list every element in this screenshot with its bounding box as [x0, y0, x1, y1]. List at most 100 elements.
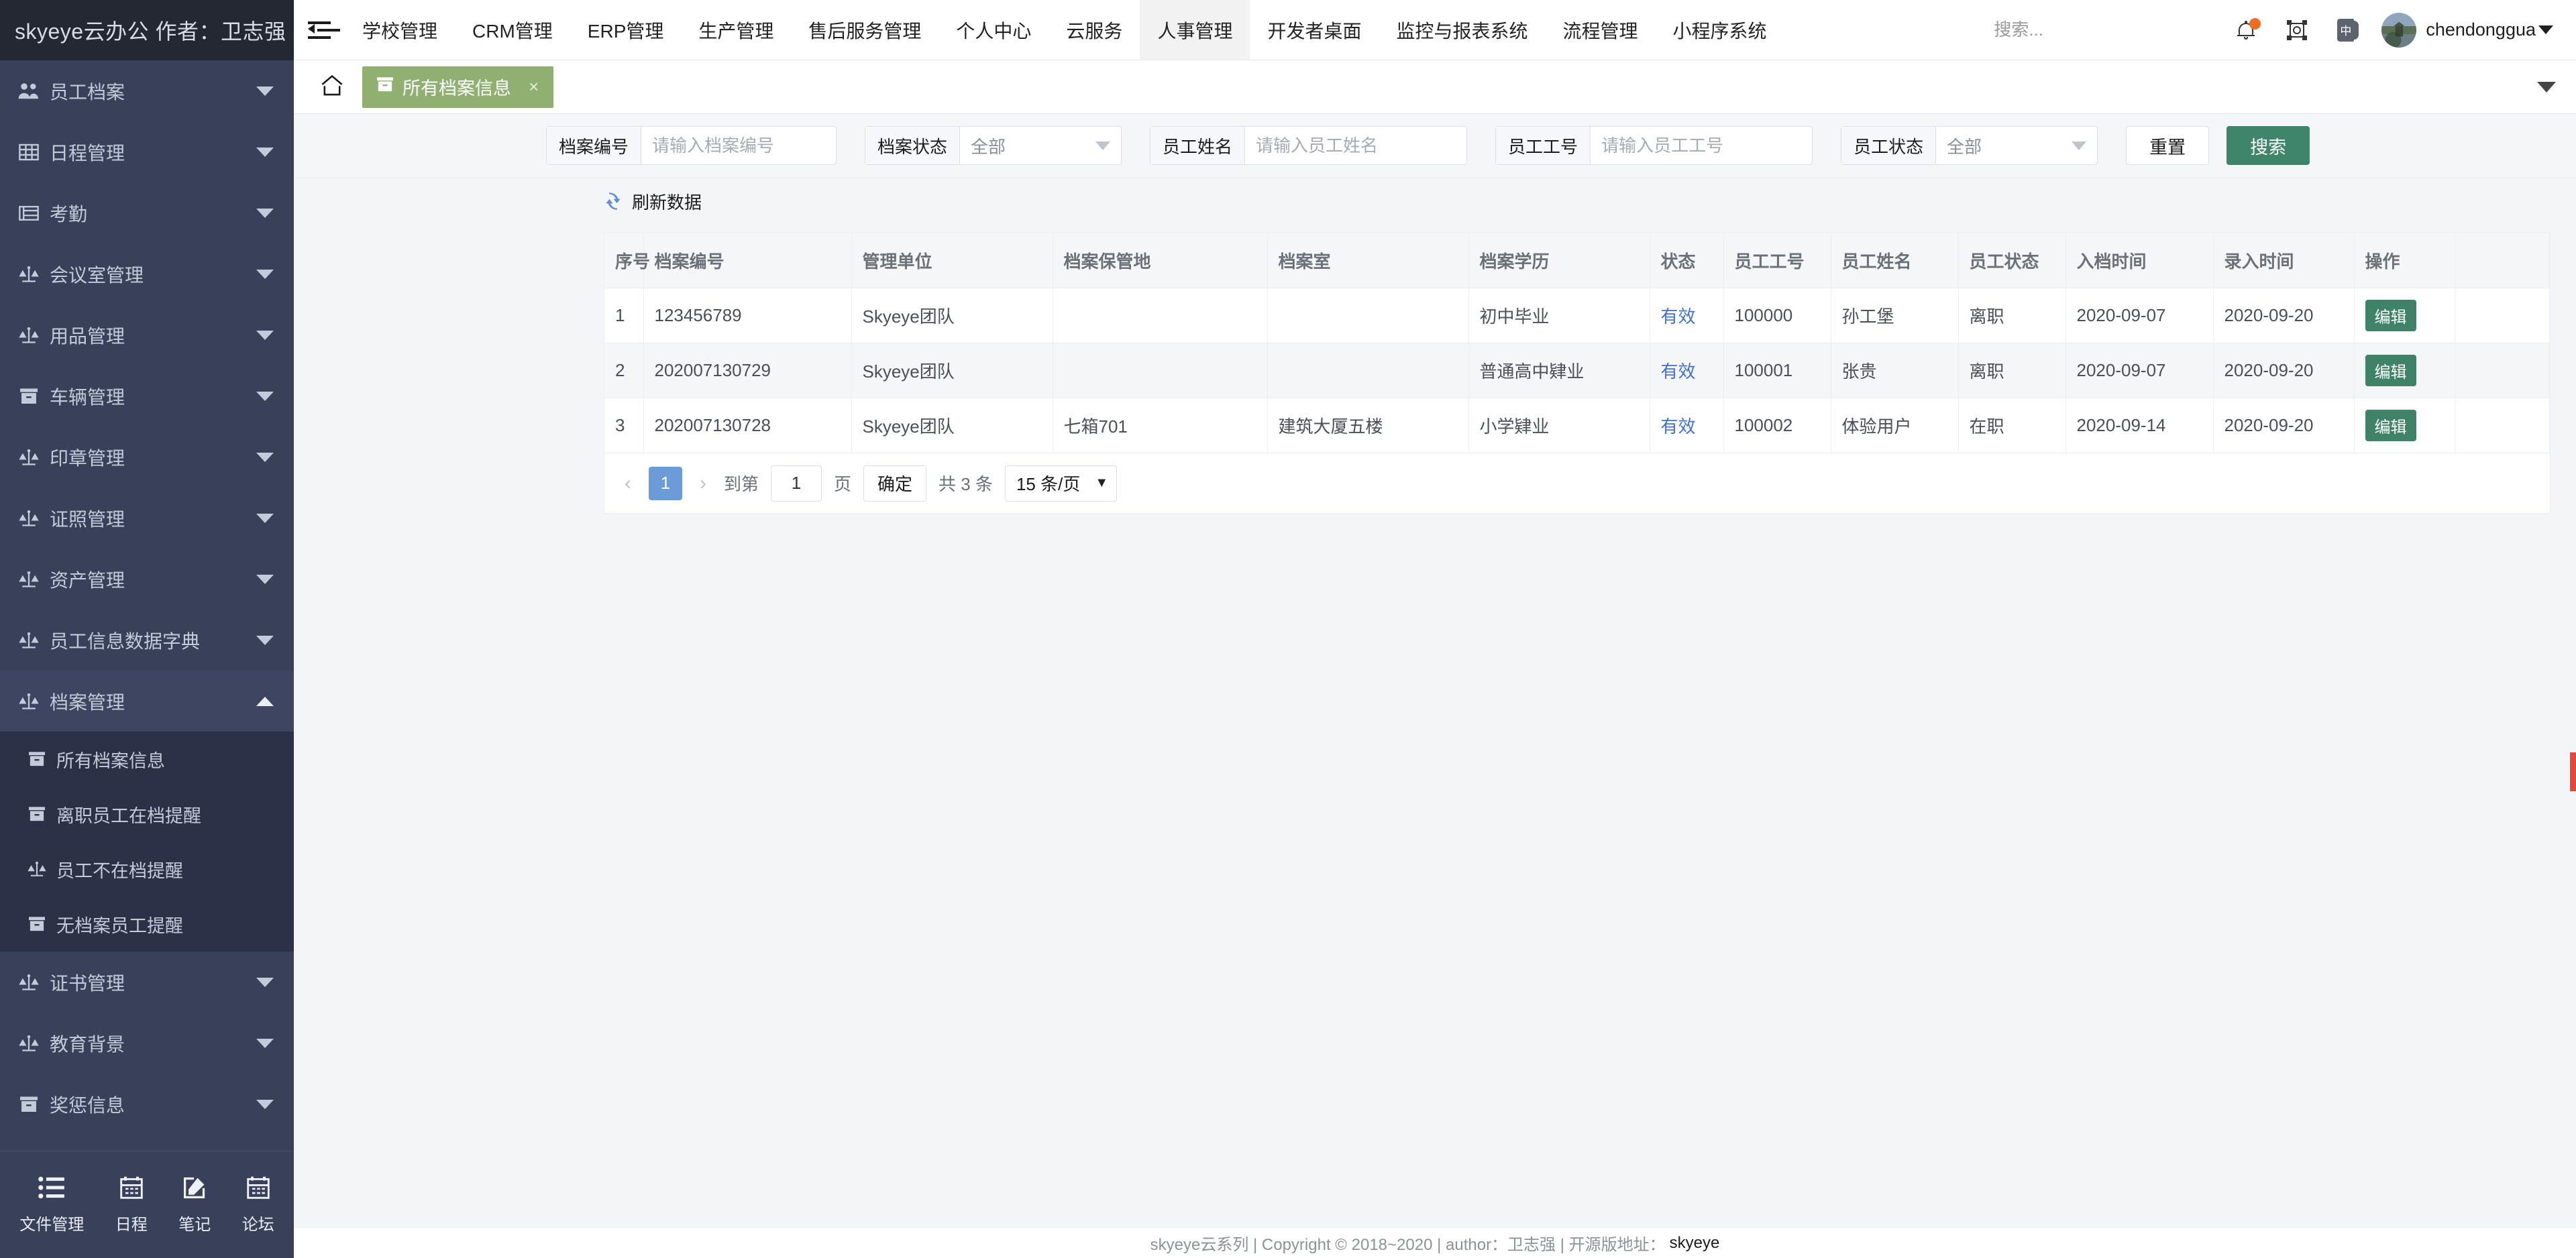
nav-item-production[interactable]: 生产管理	[681, 0, 791, 60]
cell-employee-status: 在职	[1958, 398, 2066, 453]
chevron-down-icon	[256, 86, 274, 96]
chevron-down-icon[interactable]	[2538, 25, 2553, 34]
nav-item-aftersales[interactable]: 售后服务管理	[791, 0, 938, 60]
sidebar-item-license[interactable]: 证照管理	[0, 488, 294, 549]
cell-employee-status: 离职	[1958, 288, 2066, 343]
sidebar-item-seal[interactable]: 印章管理	[0, 426, 294, 488]
refresh-data-label: 刷新数据	[632, 192, 702, 213]
sidebar-item-schedule[interactable]: 日程管理	[0, 121, 294, 182]
col-employee-name: 员工姓名	[1831, 233, 1959, 288]
refresh-data-button[interactable]: 刷新数据	[294, 178, 2576, 225]
col-spacer	[2455, 233, 2550, 288]
confirm-page-button[interactable]: 确定	[863, 465, 927, 502]
archive-status-select[interactable]: 全部	[960, 127, 1121, 164]
edit-button[interactable]: 编辑	[2365, 410, 2416, 441]
filter-label: 员工状态	[1841, 127, 1937, 164]
edit-button[interactable]: 编辑	[2365, 300, 2416, 331]
sidebar-item-label: 日程管理	[50, 142, 125, 164]
archive-code-input[interactable]	[641, 127, 837, 164]
sidebar-subitem-all-archives[interactable]: 所有档案信息	[0, 732, 294, 787]
sidebar-item-education-background[interactable]: 教育背景	[0, 1013, 294, 1074]
sidebar-item-label: 教育背景	[50, 1033, 125, 1055]
col-entry-date: 录入时间	[2213, 233, 2355, 288]
table-row[interactable]: 1 123456789 Skyeye团队 初中毕业 有效 100000 孙工堡 …	[604, 288, 2550, 343]
avatar[interactable]	[2381, 12, 2417, 48]
sidebar-submenu-archive: 所有档案信息 离职员工在档提醒 员工不在档提醒 无档案员工提醒	[0, 732, 294, 952]
shortcut-notes[interactable]: 笔记	[178, 1176, 211, 1235]
sidebar-item-label: 证照管理	[50, 508, 125, 530]
scrollbar-marker[interactable]	[2570, 752, 2576, 791]
username-label[interactable]: chendonggua	[2426, 19, 2536, 40]
sidebar-item-archive-management[interactable]: 档案管理	[0, 671, 294, 732]
nav-item-process[interactable]: 流程管理	[1545, 0, 1655, 60]
header-right-tools: 中 chendonggua	[1992, 0, 2576, 60]
sidebar-item-assets[interactable]: 资产管理	[0, 549, 294, 610]
next-page-button[interactable]: ›	[694, 472, 712, 495]
nav-item-cloud-service[interactable]: 云服务	[1049, 0, 1140, 60]
nav-item-miniprogram[interactable]: 小程序系统	[1656, 0, 1784, 60]
shortcut-forum[interactable]: 论坛	[242, 1176, 274, 1235]
goto-page-input[interactable]	[771, 465, 822, 502]
language-switch-button[interactable]: 中	[2322, 0, 2373, 60]
chevron-down-icon	[256, 1038, 274, 1048]
search-input[interactable]	[1992, 19, 2221, 41]
reset-button[interactable]: 重置	[2126, 126, 2210, 165]
sidebar-item-label: 员工信息数据字典	[50, 630, 201, 652]
employee-status-select[interactable]: 全部	[1936, 127, 2097, 164]
fullscreen-button[interactable]	[2271, 0, 2322, 60]
filter-label: 档案状态	[865, 127, 961, 164]
close-icon[interactable]: ×	[529, 76, 539, 97]
sidebar-item-reward-punishment[interactable]: 奖惩信息	[0, 1074, 294, 1135]
tab-all-archive-info[interactable]: 所有档案信息 ×	[362, 66, 554, 108]
notifications-button[interactable]	[2220, 0, 2271, 60]
sidebar-collapse-button[interactable]	[294, 0, 345, 60]
sidebar-item-certificate[interactable]: 证书管理	[0, 952, 294, 1013]
home-tab-button[interactable]	[309, 74, 356, 99]
cell-keeping-place	[1053, 288, 1268, 343]
nav-item-erp[interactable]: ERP管理	[570, 0, 682, 60]
col-archive-room: 档案室	[1267, 233, 1469, 288]
sidebar-item-supplies[interactable]: 用品管理	[0, 304, 294, 365]
nav-item-personal-center[interactable]: 个人中心	[938, 0, 1049, 60]
footer-link[interactable]: skyeye	[1670, 1234, 1720, 1253]
shortcut-schedule[interactable]: 日程	[115, 1176, 148, 1235]
tabbar-dropdown-icon[interactable]	[2537, 81, 2556, 93]
home-icon	[320, 74, 344, 99]
page-number-1[interactable]: 1	[649, 466, 682, 500]
table-row[interactable]: 3 202007130728 Skyeye团队 七箱701 建筑大厦五楼 小学肄…	[604, 398, 2550, 453]
sidebar-item-label: 考勤	[50, 203, 88, 225]
refresh-icon	[604, 192, 623, 210]
nav-item-crm[interactable]: CRM管理	[455, 0, 570, 60]
shortcut-label: 日程	[115, 1215, 148, 1234]
search-button[interactable]: 搜索	[2226, 126, 2310, 165]
shortcut-file-management[interactable]: 文件管理	[19, 1176, 84, 1235]
col-employee-no: 员工工号	[1723, 233, 1831, 288]
footer: skyeye云系列 | Copyright © 2018~2020 | auth…	[294, 1227, 2576, 1258]
nav-item-hr[interactable]: 人事管理	[1140, 0, 1250, 60]
nav-item-developer-desktop[interactable]: 开发者桌面	[1250, 0, 1379, 60]
sidebar-item-label: 奖惩信息	[50, 1094, 125, 1116]
sidebar-subitem-resigned-in-file-reminder[interactable]: 离职员工在档提醒	[0, 787, 294, 842]
sidebar-item-vehicle[interactable]: 车辆管理	[0, 365, 294, 426]
chevron-down-icon	[256, 147, 274, 157]
table-row[interactable]: 2 202007130729 Skyeye团队 普通高中肄业 有效 100001…	[604, 343, 2550, 398]
prev-page-button[interactable]: ‹	[619, 472, 637, 495]
cell-archive-code: 123456789	[643, 288, 852, 343]
page-size-select[interactable]: 15 条/页 ▼	[1004, 465, 1118, 502]
employee-no-input[interactable]	[1591, 127, 1813, 164]
employee-name-input[interactable]	[1245, 127, 1467, 164]
cell-seq: 1	[604, 288, 644, 343]
sidebar-item-attendance[interactable]: 考勤	[0, 182, 294, 243]
edit-button[interactable]: 编辑	[2365, 355, 2416, 386]
chevron-down-icon	[256, 391, 274, 401]
main-content: 档案编号 档案状态 全部 员工姓名 员工工号 员工状态 全部 重置 搜索	[294, 114, 2576, 1227]
nav-item-school[interactable]: 学校管理	[345, 0, 455, 60]
sidebar-item-meeting-room[interactable]: 会议室管理	[0, 243, 294, 304]
sidebar-subitem-label: 员工不在档提醒	[56, 860, 183, 881]
sidebar-subitem-employee-not-in-file-reminder[interactable]: 员工不在档提醒	[0, 842, 294, 897]
nav-item-monitoring-report[interactable]: 监控与报表系统	[1379, 0, 1545, 60]
sidebar-item-employee-files[interactable]: 员工档案	[0, 60, 294, 121]
scales-icon	[13, 1030, 44, 1057]
sidebar-subitem-no-archive-employee-reminder[interactable]: 无档案员工提醒	[0, 897, 294, 952]
sidebar-item-employee-dictionary[interactable]: 员工信息数据字典	[0, 610, 294, 671]
